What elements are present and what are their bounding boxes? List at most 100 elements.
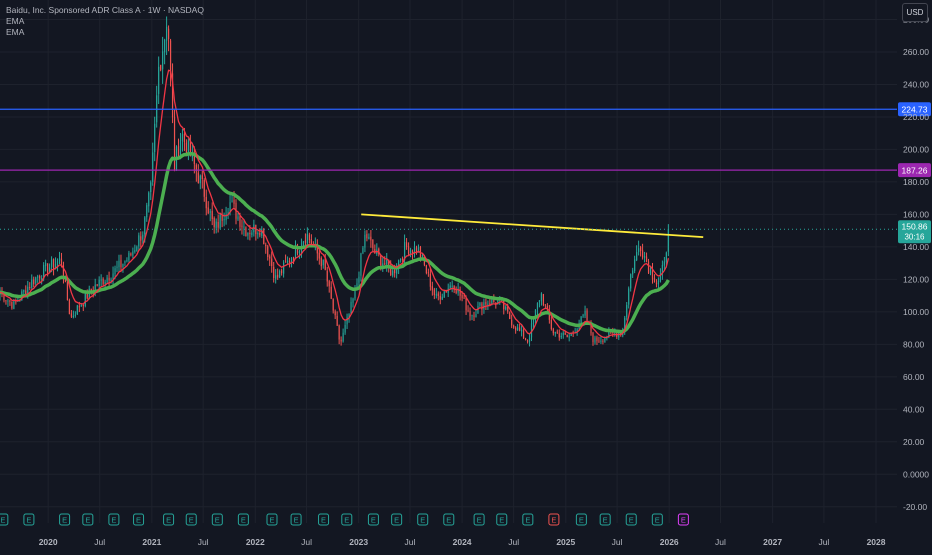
candle-body <box>344 325 346 333</box>
candle-body <box>566 334 568 338</box>
candle-body <box>586 310 588 322</box>
y-tick-label: 60.00 <box>903 372 925 382</box>
candle-body <box>657 280 660 285</box>
candle-body <box>520 329 523 332</box>
candle-body <box>35 277 37 284</box>
y-tick-label: 120.00 <box>903 274 929 284</box>
x-tick-label: Jul <box>405 537 416 547</box>
candle-body <box>554 331 556 334</box>
candle-body <box>279 270 281 278</box>
candle-body <box>411 250 414 254</box>
candle-body <box>628 288 630 305</box>
chart-legend: Baidu, Inc. Sponsored ADR Class A · 1W ·… <box>6 5 204 38</box>
candle-body <box>112 273 114 280</box>
candle-body <box>425 265 428 274</box>
candle-body <box>465 297 467 311</box>
candle-body <box>592 333 594 343</box>
indicator-ema-2[interactable]: EMA <box>6 27 204 38</box>
candle-body <box>158 66 160 94</box>
price-chart[interactable]: 224.73187.26280.00260.00240.00220.00200.… <box>0 0 932 550</box>
candle-body <box>183 133 186 143</box>
candle-body <box>122 263 124 267</box>
candle-body <box>409 249 412 254</box>
candle-body <box>245 227 247 237</box>
earnings-marker-label: E <box>166 516 171 525</box>
chart-canvas[interactable]: 224.73187.26280.00260.00240.00220.00200.… <box>0 0 932 550</box>
candle-body <box>213 217 215 228</box>
candle-body <box>154 123 156 152</box>
earnings-marker-label: E <box>241 516 246 525</box>
candle-body <box>667 229 669 252</box>
candle-body <box>542 294 545 305</box>
candle-body <box>146 205 148 218</box>
candle-body <box>594 337 596 343</box>
currency-button[interactable]: USD <box>902 3 928 22</box>
candle-body <box>263 229 265 245</box>
x-tick-label: Jul <box>818 537 829 547</box>
candle-body <box>33 279 35 285</box>
candle-body <box>265 244 267 247</box>
candle-body <box>350 301 352 314</box>
indicator-ema-1[interactable]: EMA <box>6 16 204 27</box>
earnings-marker-label: E <box>551 516 556 525</box>
candle-body <box>639 247 642 252</box>
candle-body <box>602 340 604 342</box>
candle-body <box>318 252 320 259</box>
x-tick-label: Jul <box>198 537 209 547</box>
candle-body <box>275 275 277 279</box>
candle-body <box>364 234 366 248</box>
candle-body <box>207 207 209 214</box>
candle-body <box>638 248 640 252</box>
candle-body <box>132 251 134 256</box>
candle-body <box>152 152 154 182</box>
candle-body <box>513 325 515 328</box>
candle-body <box>538 300 541 303</box>
candle-body <box>562 332 564 336</box>
symbol-title[interactable]: Baidu, Inc. Sponsored ADR Class A · 1W ·… <box>6 5 204 16</box>
candle-body <box>550 319 552 330</box>
candle-body <box>473 315 475 317</box>
y-tick-label: 220.00 <box>903 112 929 122</box>
candle-body <box>429 273 431 287</box>
candle-body <box>358 276 360 283</box>
candle-body <box>142 234 144 240</box>
candle-body <box>461 294 463 299</box>
candle-body <box>524 338 527 340</box>
x-tick-label: 2022 <box>246 537 265 547</box>
candle-body <box>257 233 259 235</box>
candle-body <box>169 40 172 75</box>
earnings-marker-label: E <box>499 516 504 525</box>
candle-body <box>102 278 104 285</box>
candle-body <box>201 175 203 180</box>
candle-body <box>505 306 507 310</box>
earnings-marker-label: E <box>655 516 660 525</box>
earnings-marker-label: E <box>85 516 90 525</box>
candle-body <box>455 290 457 294</box>
candle-body <box>271 258 273 267</box>
candle-body <box>370 236 372 241</box>
candle-body <box>372 239 374 249</box>
candle-body <box>487 303 489 305</box>
candle-body <box>332 299 334 311</box>
candle-body <box>540 293 543 301</box>
candle-body <box>116 266 118 269</box>
candle-body <box>653 277 656 283</box>
candle-body <box>435 294 437 296</box>
candle-body <box>392 270 394 276</box>
candle-body <box>243 226 245 228</box>
candle-body <box>45 263 47 267</box>
candle-body <box>138 235 140 247</box>
candle-body <box>604 338 606 343</box>
x-tick-label: 2028 <box>867 537 886 547</box>
candle-body <box>70 313 72 317</box>
candle-body <box>217 221 219 228</box>
candle-body <box>352 298 354 303</box>
candle-body <box>120 260 122 268</box>
candle-body <box>427 272 429 274</box>
candle-body <box>128 252 130 261</box>
candle-body <box>108 277 110 281</box>
candle-body <box>50 259 53 267</box>
x-tick-label: 2026 <box>660 537 679 547</box>
candle-body <box>114 268 116 275</box>
candle-body <box>647 261 650 273</box>
